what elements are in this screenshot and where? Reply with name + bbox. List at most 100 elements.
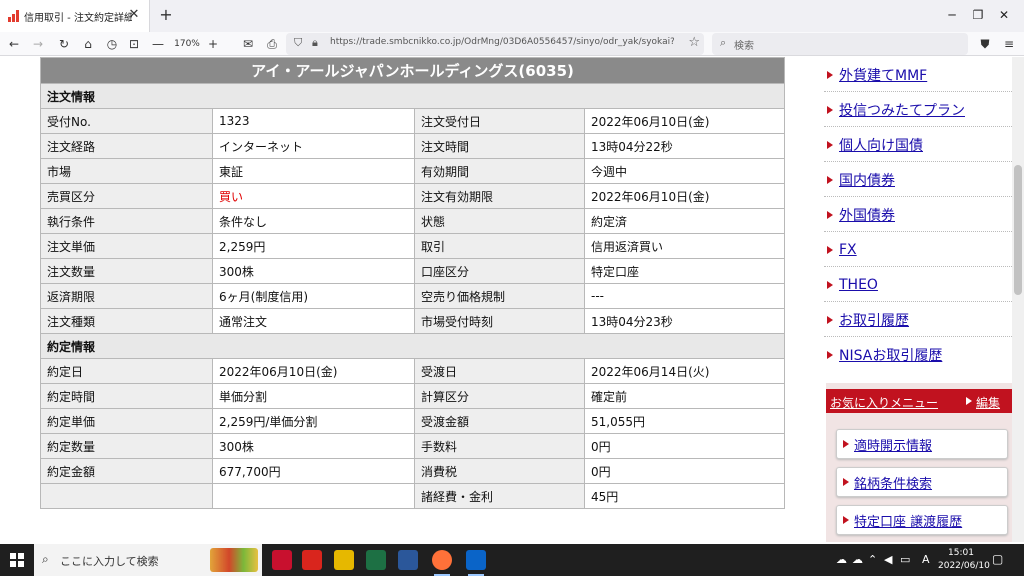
home-icon[interactable]: ⌂ — [78, 35, 98, 53]
cell-label: 計算区分 — [414, 383, 585, 409]
windows-start-icon[interactable] — [10, 553, 24, 567]
favorite-disclosure[interactable]: 適時開示情報 — [836, 429, 1008, 459]
sidebar-item-foreign-bonds[interactable]: 外国債券 — [827, 205, 895, 225]
tray-chevron-icon[interactable]: ⌃ — [868, 553, 877, 566]
favorite-link[interactable]: 適時開示情報 — [854, 435, 932, 454]
cell-value: --- — [583, 283, 786, 309]
sidebar-item-fund-plan[interactable]: 投信つみたてプラン — [827, 100, 965, 120]
page-scrollbar[interactable] — [1012, 57, 1024, 542]
cell-value: 13時04分23秒 — [583, 308, 786, 334]
mail-icon[interactable]: ✉ — [238, 35, 258, 53]
url-text[interactable]: https://trade.smbcnikko.co.jp/OdrMng/03D… — [330, 37, 674, 47]
cell-label: 受渡日 — [414, 358, 585, 384]
table-row: 売買区分 買い 注文有効期限 2022年06月10日(金) — [40, 183, 786, 209]
sidebar-item-nisa-history[interactable]: NISAお取引履歴 — [827, 345, 942, 365]
zoom-in-button[interactable]: + — [204, 35, 222, 53]
address-bar[interactable]: ⛉ 🔒︎ https://trade.smbcnikko.co.jp/OdrMn… — [286, 33, 704, 55]
close-tab-icon[interactable]: ✕ — [126, 7, 142, 22]
file-explorer-icon[interactable] — [334, 550, 354, 570]
divider — [824, 126, 1012, 127]
new-tab-button[interactable]: + — [156, 5, 176, 24]
cell-label: 注文有効期限 — [414, 183, 585, 209]
favorite-transfer-history[interactable]: 特定口座 譲渡履歴 — [836, 505, 1008, 535]
sidebar-item-foreign-mmf[interactable]: 外貨建てMMF — [827, 65, 927, 85]
cell-label — [40, 483, 213, 509]
shield-icon[interactable]: ⛉ — [294, 36, 302, 50]
cell-value: 0円 — [583, 433, 786, 459]
sidebar-item-trade-history[interactable]: お取引履歴 — [827, 310, 909, 330]
cell-value: 2,259円/単価分割 — [212, 408, 415, 434]
cell-value: 単価分割 — [212, 383, 415, 409]
cell-label: 有効期間 — [414, 158, 585, 184]
cell-label: 市場 — [40, 158, 213, 184]
sidebar-item-fx[interactable]: FX — [827, 240, 857, 260]
search-input[interactable]: ⌕ 検索 — [712, 33, 968, 55]
favorites-title[interactable]: お気に入りメニュー — [830, 394, 938, 411]
cell-value: 0円 — [583, 458, 786, 484]
menu-icon[interactable]: ≡ — [1000, 35, 1018, 53]
onedrive-icon[interactable]: ☁ — [852, 553, 863, 566]
system-clock[interactable]: 15:01 2022/06/10 — [938, 547, 990, 573]
sidebar-link[interactable]: FX — [839, 242, 857, 258]
cell-label: 消費税 — [414, 458, 585, 484]
browser-tab[interactable]: 信用取引 - 注文約定詳細 - | 日興 ✕ — [0, 0, 150, 32]
sidebar-link[interactable]: THEO — [839, 277, 878, 293]
sidebar-link[interactable]: 投信つみたてプラン — [839, 100, 965, 120]
arrow-icon — [827, 141, 833, 149]
table-row: 約定日 2022年06月10日(金) 受渡日 2022年06月14日(火) — [40, 358, 786, 384]
screenshot-icon[interactable]: ⊡ — [124, 35, 144, 53]
mcafee-icon[interactable] — [272, 550, 292, 570]
sidebar-link[interactable]: 外貨建てMMF — [839, 65, 927, 85]
scrollbar-thumb[interactable] — [1014, 165, 1022, 295]
word-icon[interactable] — [398, 550, 418, 570]
notification-icon[interactable]: ▢ — [992, 552, 1003, 566]
cell-value: 2022年06月14日(火) — [583, 358, 786, 384]
sidebar-item-theo[interactable]: THEO — [827, 275, 878, 295]
acrobat-icon[interactable] — [302, 550, 322, 570]
back-icon[interactable]: ← — [4, 35, 24, 53]
excel-icon[interactable] — [366, 550, 386, 570]
sidebar-link[interactable]: 国内債券 — [839, 170, 895, 190]
favorite-link[interactable]: 特定口座 譲渡履歴 — [854, 511, 962, 530]
history-icon[interactable]: ◷ — [102, 35, 122, 53]
favorite-stock-search[interactable]: 銘柄条件検索 — [836, 467, 1008, 497]
sidebar-link[interactable]: 個人向け国債 — [839, 135, 923, 155]
arrow-icon — [827, 351, 833, 359]
cell-value: 1323 — [212, 108, 415, 134]
tab-title: 信用取引 - 注文約定詳細 - | 日興 — [24, 12, 132, 24]
zoom-level[interactable]: 170% — [170, 35, 204, 53]
sidebar-link[interactable]: NISAお取引履歴 — [839, 345, 942, 365]
sidebar-item-domestic-bonds[interactable]: 国内債券 — [827, 170, 895, 190]
sidebar-link[interactable]: お取引履歴 — [839, 310, 909, 330]
sidebar-link[interactable]: 外国債券 — [839, 205, 895, 225]
zoom-out-button[interactable]: — — [148, 35, 168, 53]
volume-icon[interactable]: ◀ — [884, 553, 892, 566]
weather-icon[interactable]: ☁ — [836, 553, 847, 566]
cell-label: 諸経費・金利 — [414, 483, 585, 509]
outlook-icon[interactable] — [466, 550, 486, 576]
close-window-icon[interactable]: ✕ — [984, 4, 1024, 26]
divider — [824, 266, 1012, 267]
cell-value: 13時04分22秒 — [583, 133, 786, 159]
firefox-icon[interactable] — [432, 550, 452, 576]
page-viewport: アイ・アールジャパンホールディングス(6035) 注文情報 受付No. 1323… — [0, 57, 1024, 542]
forward-icon[interactable]: → — [28, 35, 48, 53]
print-icon[interactable]: ⎙ — [262, 35, 282, 53]
reload-icon[interactable]: ↻ — [54, 35, 74, 53]
bookmark-star-icon[interactable]: ☆ — [688, 35, 700, 50]
ime-indicator[interactable]: A — [922, 553, 930, 566]
cell-label: 約定単価 — [40, 408, 213, 434]
cell-label: 手数料 — [414, 433, 585, 459]
cell-value: 51,055円 — [583, 408, 786, 434]
pocket-icon[interactable]: ⛊ — [976, 35, 994, 53]
sidebar-item-jgb[interactable]: 個人向け国債 — [827, 135, 923, 155]
cell-value: 約定済 — [583, 208, 786, 234]
cell-label: 約定日 — [40, 358, 213, 384]
favorites-edit-link[interactable]: 編集 — [976, 394, 1000, 411]
table-row: 執行条件 条件なし 状態 約定済 — [40, 208, 786, 234]
taskbar-search-input[interactable]: ⌕ ここに入力して検索 — [34, 544, 262, 576]
network-icon[interactable]: ▭ — [900, 553, 910, 566]
favorite-link[interactable]: 銘柄条件検索 — [854, 473, 932, 492]
table-row: 返済期限 6ヶ月(制度信用) 空売り価格規制 --- — [40, 283, 786, 309]
lock-icon[interactable]: 🔒︎ — [312, 36, 318, 50]
